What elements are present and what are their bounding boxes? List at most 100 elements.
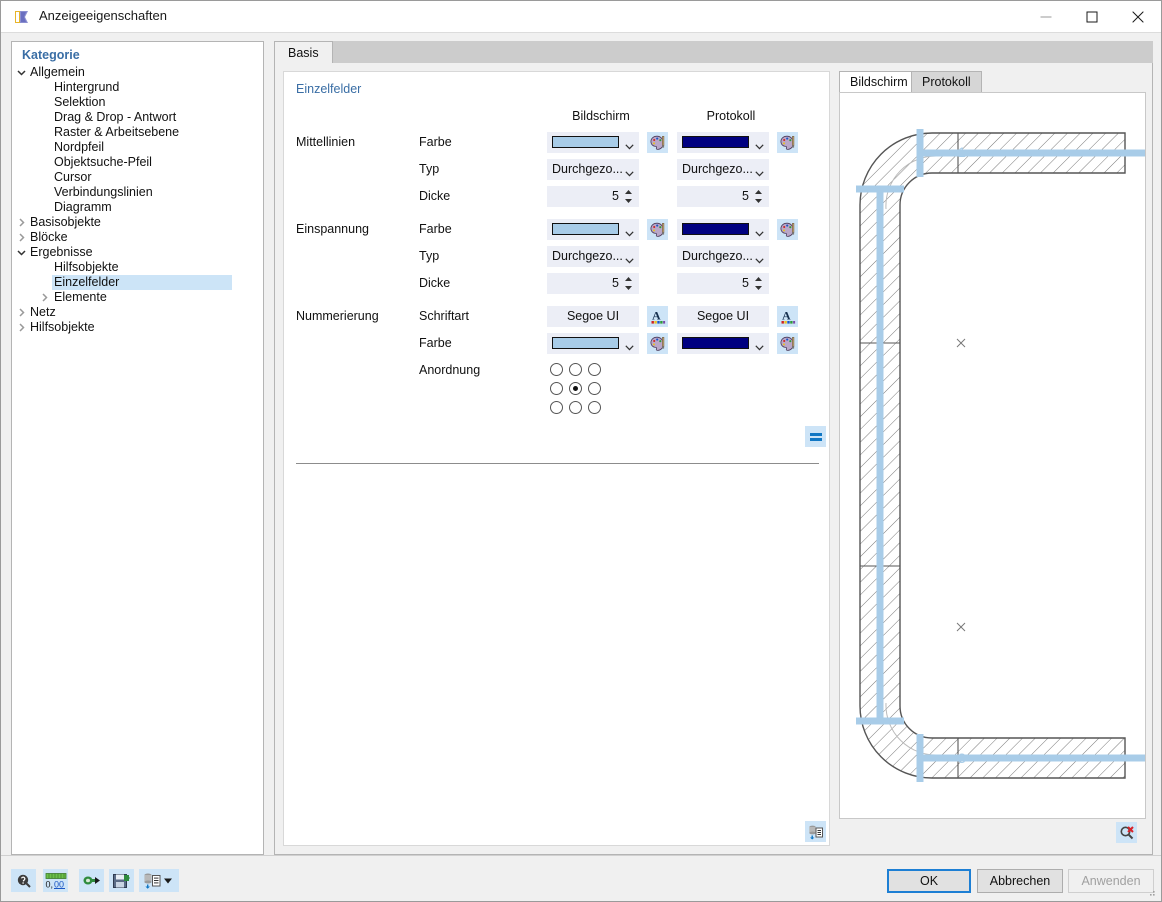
- sidebar-item-raster-arbeitsebene[interactable]: Raster & Arbeitsebene: [12, 125, 263, 140]
- node-marker: [956, 338, 966, 632]
- sidebar-item-basisobjekte[interactable]: Basisobjekte: [12, 215, 263, 230]
- spinner-arrows-icon[interactable]: [624, 189, 633, 204]
- chevron-right-icon[interactable]: [15, 321, 28, 334]
- minimize-button[interactable]: [1023, 1, 1069, 32]
- copy-settings-button[interactable]: [805, 821, 826, 842]
- thickness-spinner-protocol-1[interactable]: 5: [677, 273, 769, 294]
- color-combo-screen-0[interactable]: [547, 132, 639, 153]
- anordnung-radio-8[interactable]: [588, 401, 601, 414]
- sidebar-item-drag-drop-antwort[interactable]: Drag & Drop - Antwort: [12, 110, 263, 125]
- palette-button-screen-0[interactable]: [647, 132, 668, 153]
- anordnung-radio-5[interactable]: [588, 382, 601, 395]
- palette-button-protocol-0[interactable]: [777, 132, 798, 153]
- sidebar-item-netz[interactable]: Netz: [12, 305, 263, 320]
- import-settings-button[interactable]: [79, 869, 104, 892]
- palette-button-protocol-1[interactable]: [777, 219, 798, 240]
- color-swatch: [682, 337, 749, 349]
- chevron-down-icon: [625, 340, 634, 354]
- type-combo-protocol-0[interactable]: Durchgezo...: [677, 159, 769, 180]
- anordnung-radio-3[interactable]: [550, 382, 563, 395]
- sidebar-item-ergebnisse[interactable]: Ergebnisse: [12, 245, 263, 260]
- sidebar-item-hilfsobjekte[interactable]: Hilfsobjekte: [12, 260, 263, 275]
- sidebar-item-label: Blöcke: [30, 230, 68, 244]
- sidebar-item-nordpfeil[interactable]: Nordpfeil: [12, 140, 263, 155]
- anordnung-radio-7[interactable]: [569, 401, 582, 414]
- font-button-protocol[interactable]: Segoe UI: [677, 306, 769, 327]
- cancel-button[interactable]: Abbrechen: [977, 869, 1063, 893]
- import-settings-icon: [83, 876, 100, 884]
- sidebar-item-hilfsobjekte[interactable]: Hilfsobjekte: [12, 320, 263, 335]
- tab-strip: Basis: [274, 41, 1153, 65]
- decimal-places-button[interactable]: 0, 00: [43, 869, 68, 892]
- chevron-right-icon[interactable]: [38, 291, 51, 304]
- chevron-down-icon: [755, 171, 764, 177]
- palette-button-protocol-2[interactable]: [777, 333, 798, 354]
- apply-button[interactable]: Anwenden: [1068, 869, 1154, 893]
- palette-icon: [649, 135, 664, 150]
- sidebar-item-hintergrund[interactable]: Hintergrund: [12, 80, 263, 95]
- chevron-right-icon[interactable]: [15, 216, 28, 229]
- reset-zoom-button[interactable]: [1116, 822, 1137, 843]
- anordnung-radio-1[interactable]: [569, 363, 582, 376]
- sidebar-item-einzelfelder[interactable]: Einzelfelder: [52, 275, 232, 290]
- svg-text:A: A: [782, 309, 791, 323]
- save-settings-button[interactable]: [109, 869, 134, 892]
- sidebar-item-diagramm[interactable]: Diagramm: [12, 200, 263, 215]
- type-combo-protocol-1[interactable]: Durchgezo...: [677, 246, 769, 267]
- spinner-arrows-icon[interactable]: [624, 276, 633, 291]
- palette-button-screen-1[interactable]: [647, 219, 668, 240]
- align-icon-button[interactable]: [805, 426, 826, 447]
- ok-button[interactable]: OK: [887, 869, 971, 893]
- font-color-button-screen[interactable]: A: [647, 306, 668, 327]
- resize-grip[interactable]: [1146, 887, 1156, 897]
- spinner-arrows-icon[interactable]: [754, 189, 763, 204]
- color-combo-protocol-2[interactable]: [677, 333, 769, 354]
- preview-tab-protokoll[interactable]: Protokoll: [911, 71, 982, 93]
- maximize-button[interactable]: [1069, 1, 1115, 32]
- chevron-right-icon[interactable]: [15, 306, 28, 319]
- chevron-down-icon: [164, 878, 172, 883]
- chevron-down-icon[interactable]: [15, 66, 28, 79]
- sidebar-item-objektsuche-pfeil[interactable]: Objektsuche-Pfeil: [12, 155, 263, 170]
- chevron-down-icon: [625, 226, 634, 240]
- font-color-button-protocol[interactable]: A: [777, 306, 798, 327]
- spinner-arrows-icon[interactable]: [754, 276, 763, 291]
- palette-button-screen-2[interactable]: [647, 333, 668, 354]
- anordnung-radio-4[interactable]: [569, 382, 582, 395]
- spinner-arrows-icon: [625, 277, 632, 290]
- cancel-button-label: Abbrechen: [989, 874, 1051, 888]
- color-combo-protocol-0[interactable]: [677, 132, 769, 153]
- chevron-right-icon[interactable]: [15, 231, 28, 244]
- thickness-spinner-screen-0[interactable]: 5: [547, 186, 639, 207]
- sidebar-item-allgemein[interactable]: Allgemein: [12, 65, 263, 80]
- thickness-spinner-protocol-0[interactable]: 5: [677, 186, 769, 207]
- sidebar-item-elemente[interactable]: Elemente: [12, 290, 263, 305]
- thickness-spinner-screen-1[interactable]: 5: [547, 273, 639, 294]
- font-name: Segoe UI: [696, 309, 750, 323]
- sidebar-item-selektion[interactable]: Selektion: [12, 95, 263, 110]
- type-combo-screen-1[interactable]: Durchgezo...: [547, 246, 639, 267]
- anordnung-radio-2[interactable]: [588, 363, 601, 376]
- chevron-down-icon: [755, 139, 764, 153]
- spinner-value: 5: [742, 276, 749, 290]
- anordnung-radio-0[interactable]: [550, 363, 563, 376]
- sidebar-item-label: Drag & Drop - Antwort: [54, 110, 177, 124]
- font-button-screen[interactable]: Segoe UI: [547, 306, 639, 327]
- type-combo-screen-0[interactable]: Durchgezo...: [547, 159, 639, 180]
- close-button[interactable]: [1115, 1, 1161, 32]
- sidebar-item-verbindungslinien[interactable]: Verbindungslinien: [12, 185, 263, 200]
- sidebar-item-bl-cke[interactable]: Blöcke: [12, 230, 263, 245]
- help-search-button[interactable]: [11, 869, 36, 892]
- color-combo-screen-2[interactable]: [547, 333, 639, 354]
- sidebar-item-cursor[interactable]: Cursor: [12, 170, 263, 185]
- anordnung-radio-6[interactable]: [550, 401, 563, 414]
- tab-basis[interactable]: Basis: [274, 41, 333, 65]
- preview-canvas[interactable]: 1 3: [839, 92, 1146, 819]
- chevron-down-icon[interactable]: [15, 246, 28, 259]
- color-combo-protocol-1[interactable]: [677, 219, 769, 240]
- category-tree[interactable]: Allgemein Hintergrund Selektion Drag & Drop…: [12, 64, 263, 335]
- color-combo-screen-1[interactable]: [547, 219, 639, 240]
- color-swatch: [552, 223, 619, 235]
- preview-tab-bildschirm[interactable]: Bildschirm: [839, 71, 919, 93]
- default-settings-button[interactable]: [139, 869, 179, 892]
